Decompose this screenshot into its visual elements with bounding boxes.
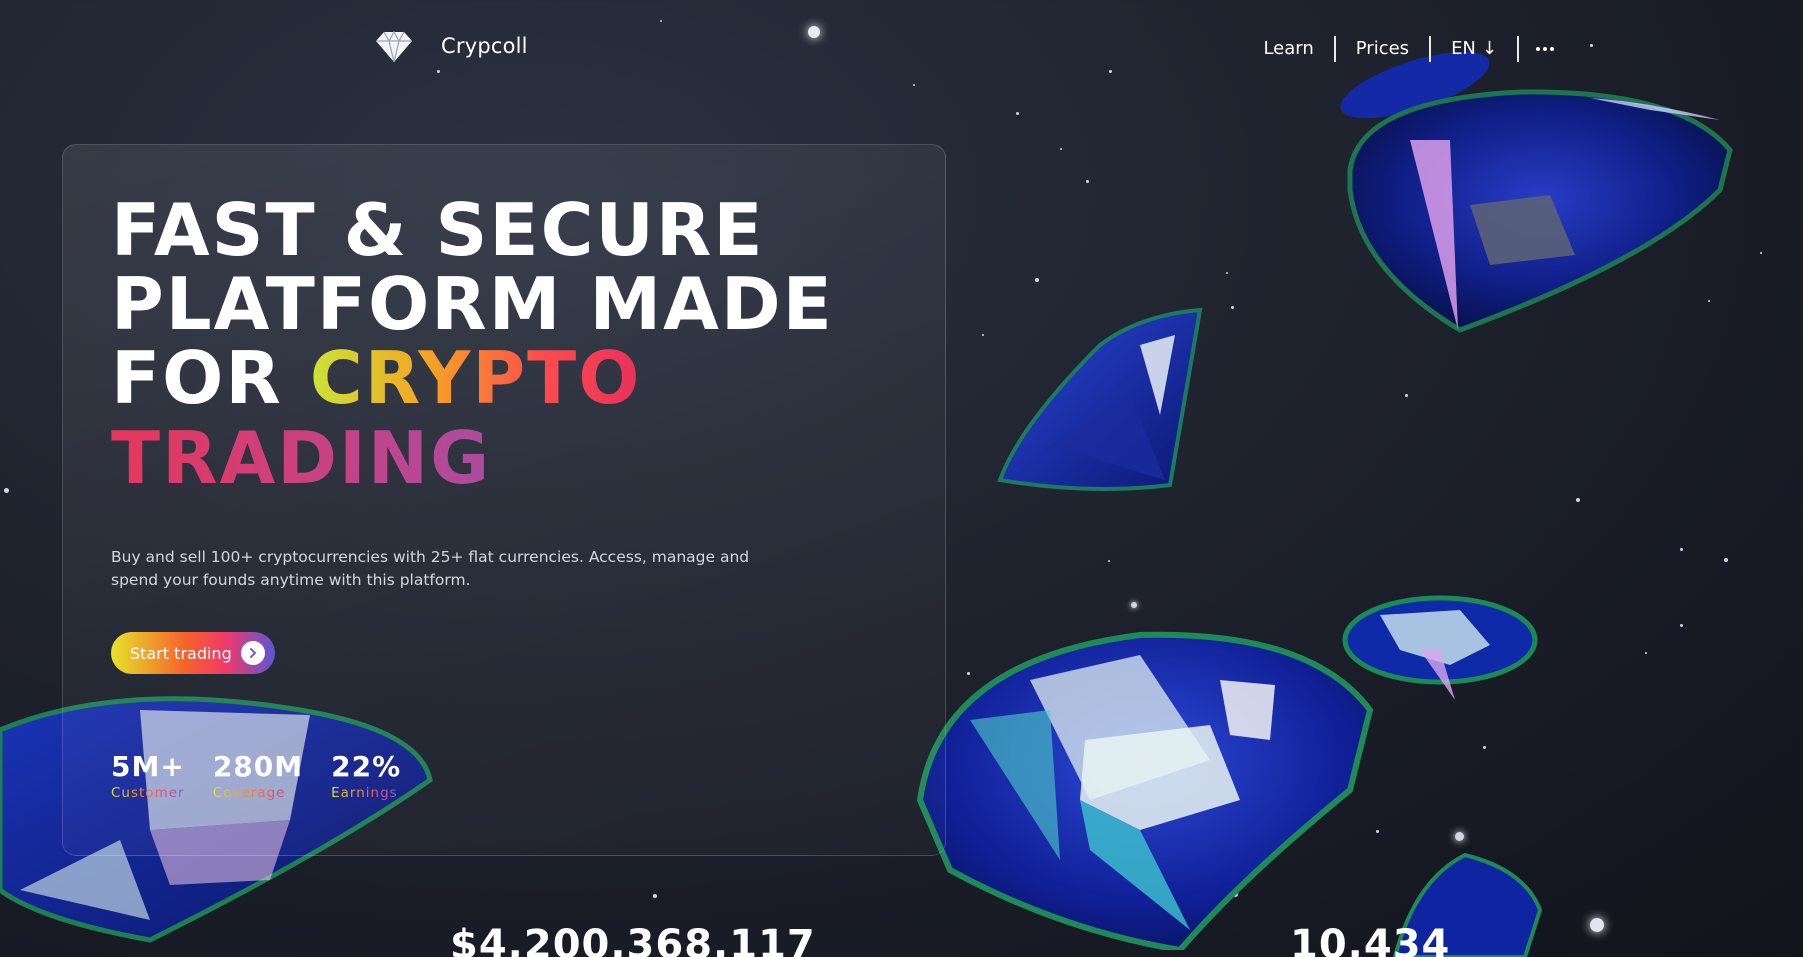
headline-crypto-text: CRYPTO [309, 336, 642, 420]
start-trading-label: Start trading [130, 643, 232, 663]
headline-line-2: PLATFORM MADE [111, 262, 834, 346]
total-count-value: 10,434 [1290, 922, 1451, 957]
total-volume-value: $4,200,368,117 [450, 922, 816, 957]
gem-large-bottom [916, 631, 1374, 950]
language-label: EN [1451, 38, 1476, 59]
stat-earnings: 22% Earnings [331, 750, 402, 802]
nav-divider [1333, 36, 1336, 62]
language-selector[interactable]: EN ↓ [1431, 36, 1517, 62]
nav-learn-link[interactable]: Learn [1243, 36, 1333, 62]
nav-prices-link[interactable]: Prices [1336, 36, 1429, 62]
hero-card: FAST & SECURE PLATFORM MADE FOR CRYPTO T… [62, 144, 946, 856]
chevron-right-circle-icon [241, 641, 265, 665]
stats-row: 5M+ Customer 280M Coverage 22% Earnings [111, 750, 402, 802]
arrow-down-icon: ↓ [1481, 38, 1497, 59]
stat-value: 5M+ [111, 750, 185, 783]
hero-description: Buy and sell 100+ cryptocurrencies with … [111, 548, 750, 589]
stat-label: Earnings [331, 785, 401, 801]
top-navigation-bar: Crypcoll Learn Prices EN ↓ [0, 0, 1803, 96]
stat-value: 280M [212, 750, 304, 783]
main-nav: Learn Prices EN ↓ [1243, 36, 1563, 62]
nav-divider [1517, 36, 1519, 62]
gem-middle [997, 307, 1203, 491]
stat-label: Coverage [213, 785, 303, 801]
brand-name[interactable]: Crypcoll [441, 34, 528, 58]
more-dots-icon[interactable] [1519, 36, 1563, 62]
hero-headline: FAST & SECURE PLATFORM MADE FOR CRYPTO T… [111, 193, 871, 495]
headline-for-text: FOR [111, 336, 310, 420]
headline-line-3: FOR CRYPTO [111, 341, 871, 415]
stat-value: 22% [331, 750, 402, 783]
stat-label: Customer [111, 785, 185, 801]
headline-line-1: FAST & SECURE [111, 188, 765, 272]
stat-customer: 5M+ Customer [111, 750, 185, 802]
nav-divider [1429, 36, 1432, 62]
diamond-logo-icon[interactable] [374, 30, 414, 64]
headline-trading-text: TRADING [111, 421, 871, 495]
start-trading-button[interactable]: Start trading [111, 632, 275, 674]
stat-coverage: 280M Coverage [212, 750, 304, 802]
